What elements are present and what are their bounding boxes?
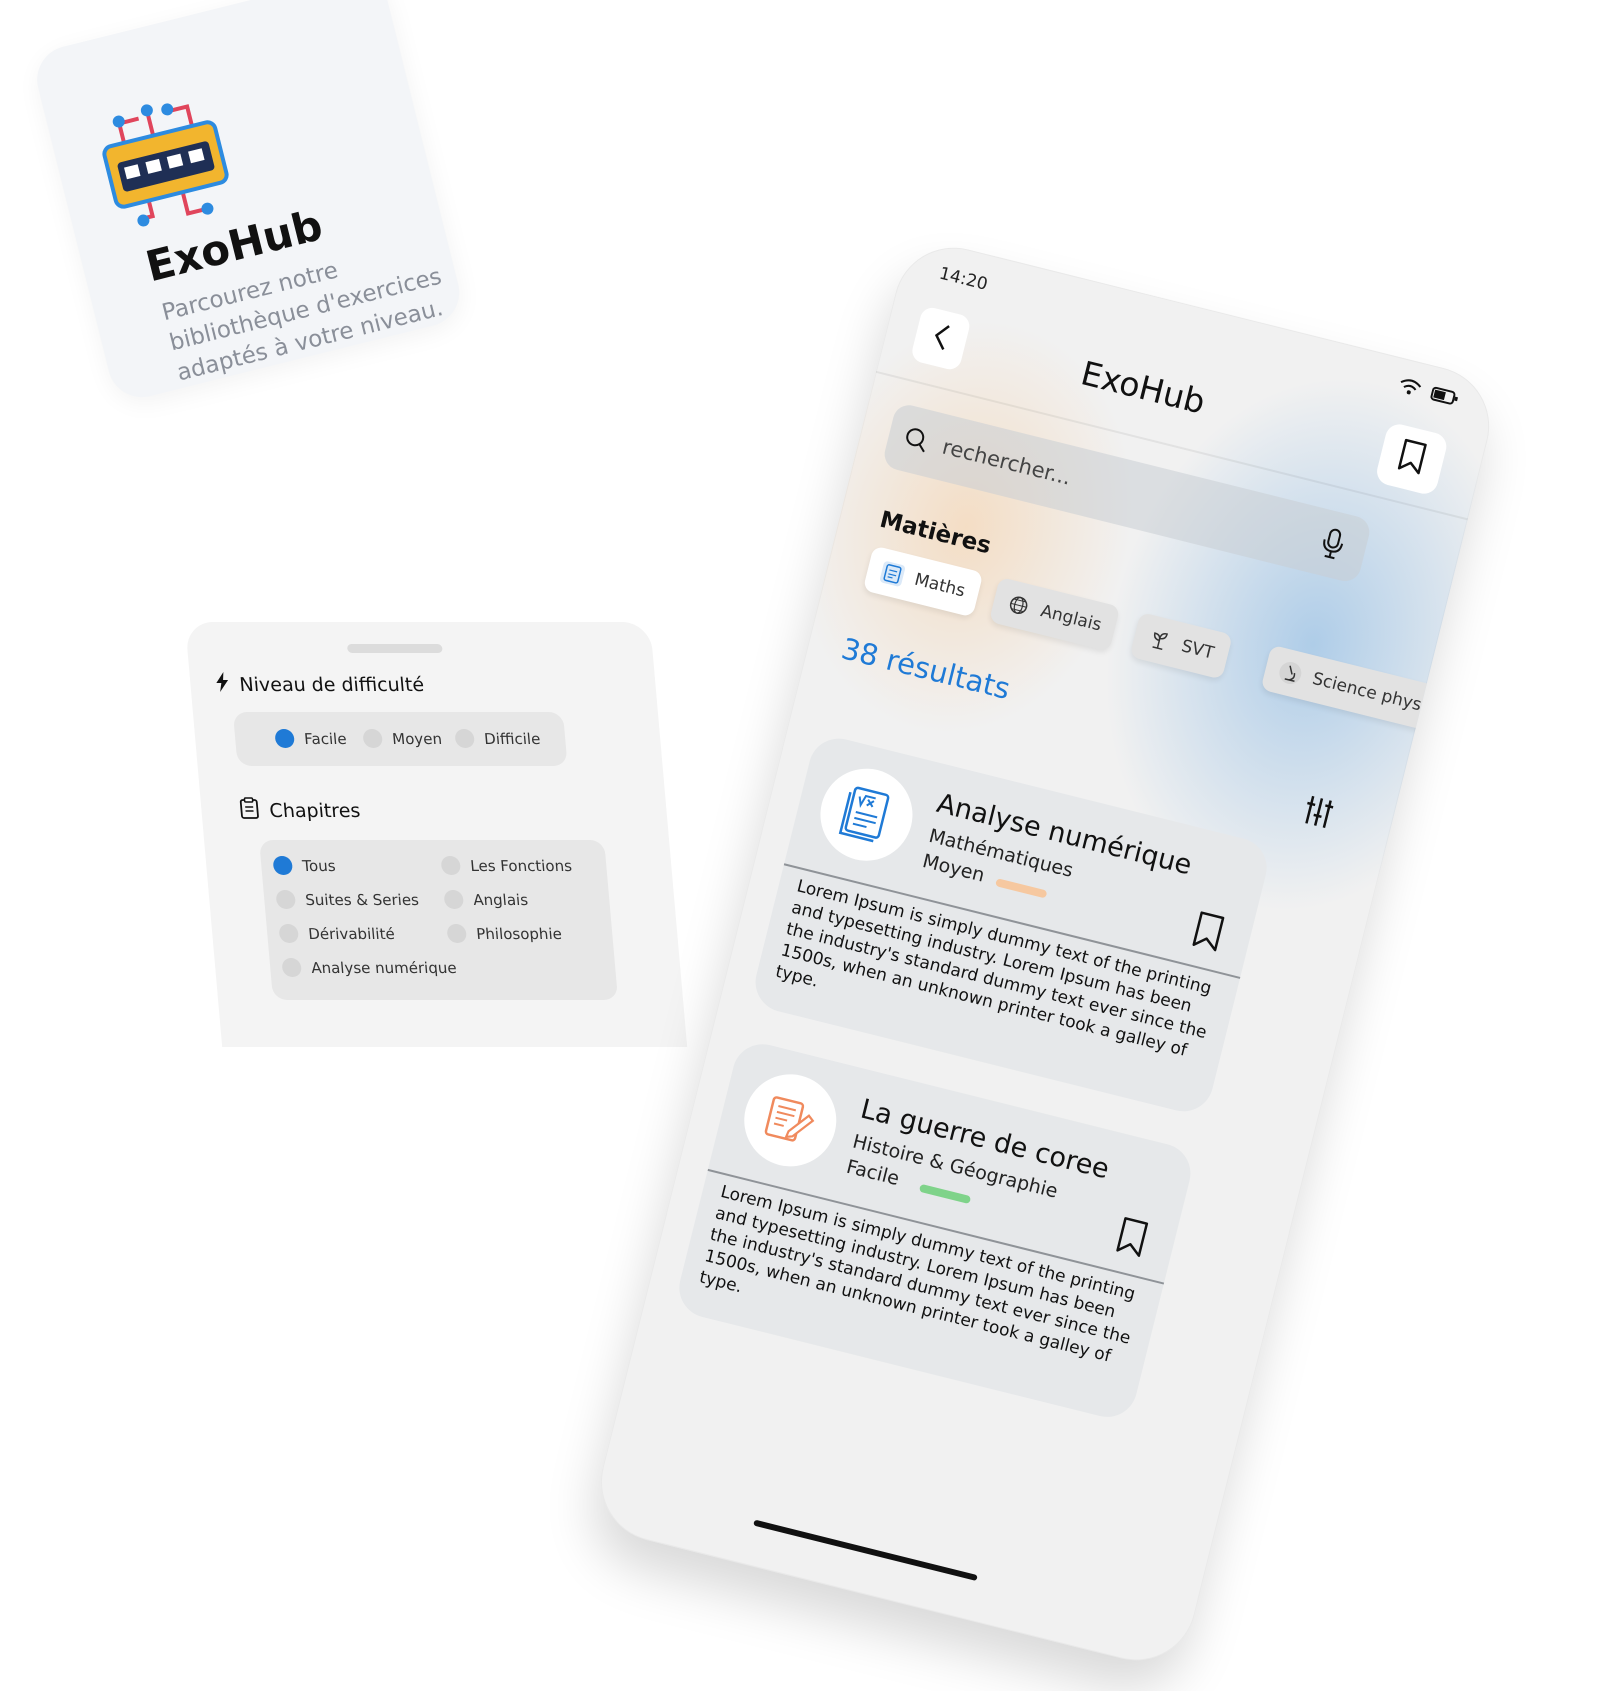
chapter-option-les-fonctions[interactable]: Les Fonctions [440, 856, 573, 875]
sheet-drag-handle[interactable] [346, 644, 443, 653]
microphone-icon[interactable] [1317, 525, 1347, 565]
chapter-option-label: Philosophie [475, 924, 563, 943]
home-indicator[interactable] [753, 1519, 978, 1582]
chevron-left-icon [929, 321, 952, 356]
exercise-description: Lorem Ipsum is simply dummy text of the … [697, 1181, 1138, 1367]
difficulty-option-label: Moyen [391, 729, 443, 748]
math-document-icon [810, 758, 923, 871]
difficulty-options: Facile Moyen Difficile [232, 712, 568, 766]
status-time: 14:20 [937, 263, 990, 295]
chip-label: Maths [912, 569, 968, 602]
writing-icon [734, 1064, 847, 1177]
radio-dot [275, 890, 297, 909]
radio-dot [446, 924, 468, 943]
globe-icon [1005, 592, 1032, 619]
chapter-option-label: Tous [301, 856, 337, 875]
search-placeholder: rechercher... [939, 434, 1074, 490]
difficulty-option-moyen[interactable]: Moyen [362, 729, 443, 748]
chapter-option-label: Anglais [472, 890, 529, 909]
difficulty-option-difficile[interactable]: Difficile [454, 729, 541, 748]
chapter-option-label: Suites & Series [304, 890, 420, 909]
chapter-option-label: Analyse numérique [310, 958, 458, 977]
chip-label: Anglais [1038, 601, 1104, 636]
network-switch-logo-icon [86, 82, 244, 240]
bookmark-icon[interactable] [1189, 910, 1226, 958]
math-book-icon [879, 560, 906, 588]
clipboard-icon [238, 797, 260, 824]
radio-dot [281, 958, 303, 977]
chapters-options: Tous Les Fonctions Suites & Series Angla… [259, 840, 619, 1000]
chip-label: Science physique [1310, 668, 1460, 725]
radio-dot [362, 729, 384, 748]
radio-dot [440, 856, 462, 875]
app-intro-card: ExoHub Parcourez notre bibliothèque d'ex… [30, 0, 467, 405]
radio-dot [454, 729, 476, 748]
chapter-option-anglais[interactable]: Anglais [443, 890, 529, 909]
bookmark-icon [1394, 437, 1428, 480]
level-indicator-bar [995, 878, 1048, 899]
chapters-heading: Chapitres [238, 797, 361, 824]
chapters-heading-label: Chapitres [268, 799, 362, 822]
chapter-option-analyse-numerique[interactable]: Analyse numérique [281, 958, 457, 977]
difficulty-heading: Niveau de difficulté [214, 672, 425, 697]
chapter-option-philosophie[interactable]: Philosophie [446, 924, 563, 943]
microscope-icon [1276, 659, 1304, 687]
radio-dot [278, 924, 300, 943]
filter-bottom-sheet: Niveau de difficulté Facile Moyen Diffic… [185, 622, 688, 1047]
level-indicator-bar [918, 1183, 972, 1205]
difficulty-option-label: Facile [303, 729, 348, 748]
difficulty-option-label: Difficile [483, 729, 542, 748]
radio-dot [274, 729, 296, 748]
plant-icon [1146, 627, 1173, 654]
search-icon [901, 425, 931, 458]
chapter-option-label: Les Fonctions [469, 856, 573, 875]
chapter-option-derivabilite[interactable]: Dérivabilité [278, 924, 395, 943]
chapter-option-suites-series[interactable]: Suites & Series [275, 890, 420, 909]
exercise-description: Lorem Ipsum is simply dummy text of the … [773, 876, 1214, 1061]
phone-mockup: 14:20 ExoHub rechercher... Matières Math… [588, 235, 1502, 1674]
showcase-stage: ExoHub Parcourez notre bibliothèque d'ex… [0, 0, 1605, 1691]
radio-dot [272, 856, 294, 875]
chip-label: SVT [1179, 636, 1216, 664]
lightning-icon [214, 672, 230, 697]
chapter-option-tous[interactable]: Tous [272, 856, 336, 875]
difficulty-option-facile[interactable]: Facile [274, 729, 347, 748]
radio-dot [443, 890, 465, 909]
bookmark-icon[interactable] [1113, 1216, 1150, 1264]
chapter-option-label: Dérivabilité [307, 924, 396, 943]
difficulty-heading-label: Niveau de difficulté [238, 673, 425, 696]
